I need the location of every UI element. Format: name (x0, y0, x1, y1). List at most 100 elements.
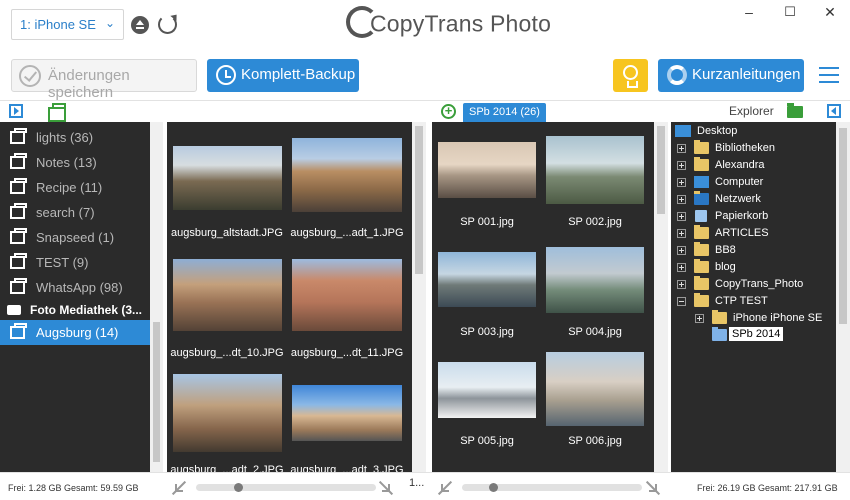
album-item[interactable]: lights (36) (0, 125, 150, 150)
panel-header-strip (0, 101, 850, 122)
tree-node-label: BB8 (715, 244, 736, 256)
collapse-right-panel-icon[interactable] (827, 104, 841, 118)
expand-icon[interactable] (677, 178, 686, 187)
slider-knob[interactable] (234, 483, 243, 492)
expand-icon[interactable] (677, 229, 686, 238)
album-label: lights (36) (36, 130, 94, 145)
logo-text: CopyTrans Photo (370, 10, 552, 37)
new-album-icon[interactable] (48, 103, 66, 122)
photo-thumbnail[interactable] (292, 385, 402, 441)
expand-icon[interactable] (379, 481, 393, 495)
photo-thumbnail[interactable] (292, 138, 402, 212)
pc-album-tab[interactable]: SPb 2014 (26) (463, 103, 546, 122)
desktop-icon (675, 125, 691, 137)
pc-storage-info: Frei: 26.19 GB Gesamt: 217.91 GB (697, 483, 838, 493)
save-changes-button[interactable]: Änderungen speichern (11, 59, 197, 101)
tree-node-label: ARTICLES (715, 227, 769, 239)
device-grid-scrollbar[interactable] (412, 122, 426, 472)
scrollbar-thumb[interactable] (657, 126, 665, 214)
tree-node-label: iPhone iPhone SE (733, 312, 823, 324)
expand-icon[interactable] (677, 144, 686, 153)
photo-library-label: Foto Mediathek (3... (30, 303, 143, 317)
scrollbar-thumb[interactable] (153, 322, 160, 462)
photo-thumbnail[interactable] (546, 247, 644, 313)
camera-icon (7, 305, 21, 315)
scrollbar-thumb[interactable] (839, 128, 847, 324)
history-icon (216, 65, 236, 85)
album-label: Recipe (11) (36, 180, 103, 195)
shrink-icon[interactable] (438, 481, 452, 495)
album-icon (10, 253, 27, 269)
photo-thumbnail[interactable] (173, 374, 282, 452)
photo-thumbnail[interactable] (546, 136, 644, 204)
expand-icon[interactable] (677, 195, 686, 204)
device-storage-info: Frei: 1.28 GB Gesamt: 59.59 GB (8, 483, 139, 493)
photo-caption: augsburg_...dt_10.JPG (170, 347, 284, 359)
tips-button[interactable] (613, 59, 648, 92)
photo-caption: SP 006.jpg (568, 435, 622, 447)
album-item[interactable]: Recipe (11) (0, 175, 150, 200)
album-icon (10, 323, 27, 339)
album-item[interactable]: WhatsApp (98) (0, 275, 150, 300)
expand-icon[interactable] (677, 161, 686, 170)
app-logo: CopyTrans Photo (346, 6, 552, 44)
shrink-icon[interactable] (172, 481, 186, 495)
collapse-left-panel-icon[interactable] (9, 104, 23, 118)
photo-thumbnail[interactable] (173, 259, 282, 331)
album-icon (10, 203, 27, 219)
scrollbar-thumb[interactable] (415, 126, 423, 274)
expand-icon[interactable] (677, 280, 686, 289)
photo-thumbnail[interactable] (438, 362, 536, 418)
album-item[interactable]: Snapseed (1) (0, 225, 150, 250)
tree-node-label: SPb 2014 (729, 327, 784, 341)
explorer-scrollbar[interactable] (836, 122, 850, 472)
hamburger-menu-icon[interactable] (819, 67, 839, 83)
album-item-selected[interactable]: Augsburg (14) (0, 320, 150, 345)
album-label: search (7) (36, 205, 95, 220)
refresh-icon[interactable] (158, 15, 177, 34)
photo-caption: augsburg_...adt_2.JPG (170, 464, 284, 472)
album-item[interactable]: TEST (9) (0, 250, 150, 275)
expand-icon[interactable] (646, 481, 660, 495)
folder-open-icon (712, 327, 727, 341)
expand-icon[interactable] (677, 212, 686, 221)
expand-icon[interactable] (677, 263, 686, 272)
photo-thumbnail[interactable] (546, 352, 644, 426)
album-item[interactable]: search (7) (0, 200, 150, 225)
photo-thumbnail[interactable] (292, 259, 402, 331)
photo-caption: SP 002.jpg (568, 216, 622, 228)
tree-node-label: Computer (715, 176, 764, 188)
collapse-icon[interactable] (677, 297, 686, 306)
device-count-label: 1... (409, 477, 425, 489)
logo-mark-icon (346, 6, 378, 38)
quick-guides-button[interactable]: Kurzanleitungen (658, 59, 804, 92)
photo-caption: SP 005.jpg (460, 435, 514, 447)
album-list-scrollbar[interactable] (150, 122, 163, 472)
photo-thumbnail[interactable] (438, 142, 536, 198)
photo-thumbnail[interactable] (438, 252, 536, 307)
album-item[interactable]: Notes (13) (0, 150, 150, 175)
pc-grid-scrollbar[interactable] (654, 122, 668, 472)
tree-node-label: Netzwerk (715, 193, 761, 205)
device-select[interactable]: 1: iPhone SE ⌄ (11, 9, 124, 40)
lifebuoy-icon (667, 65, 687, 85)
slider-knob[interactable] (489, 483, 498, 492)
maximize-button[interactable]: ☐ (770, 0, 810, 26)
full-backup-button[interactable]: Komplett-Backup (207, 59, 359, 92)
explorer-tree: Desktop Bibliotheken Alexandra Computer … (671, 122, 836, 472)
expand-icon[interactable] (695, 314, 704, 323)
tree-node-label: CTP TEST (715, 295, 768, 307)
folder-icon (712, 310, 727, 324)
eject-icon[interactable] (131, 16, 149, 34)
minimize-button[interactable]: – (729, 0, 769, 26)
photo-thumbnail[interactable] (173, 146, 282, 210)
lightbulb-icon (623, 65, 638, 88)
computer-icon (694, 176, 709, 188)
close-button[interactable]: ✕ (810, 0, 850, 26)
photo-caption: augsburg_...dt_11.JPG (290, 347, 404, 359)
device-zoom-slider[interactable] (196, 484, 376, 491)
new-folder-icon[interactable] (787, 103, 803, 118)
expand-icon[interactable] (677, 246, 686, 255)
save-changes-label: Änderungen speichern (48, 67, 130, 101)
add-album-icon[interactable]: + (441, 104, 456, 119)
